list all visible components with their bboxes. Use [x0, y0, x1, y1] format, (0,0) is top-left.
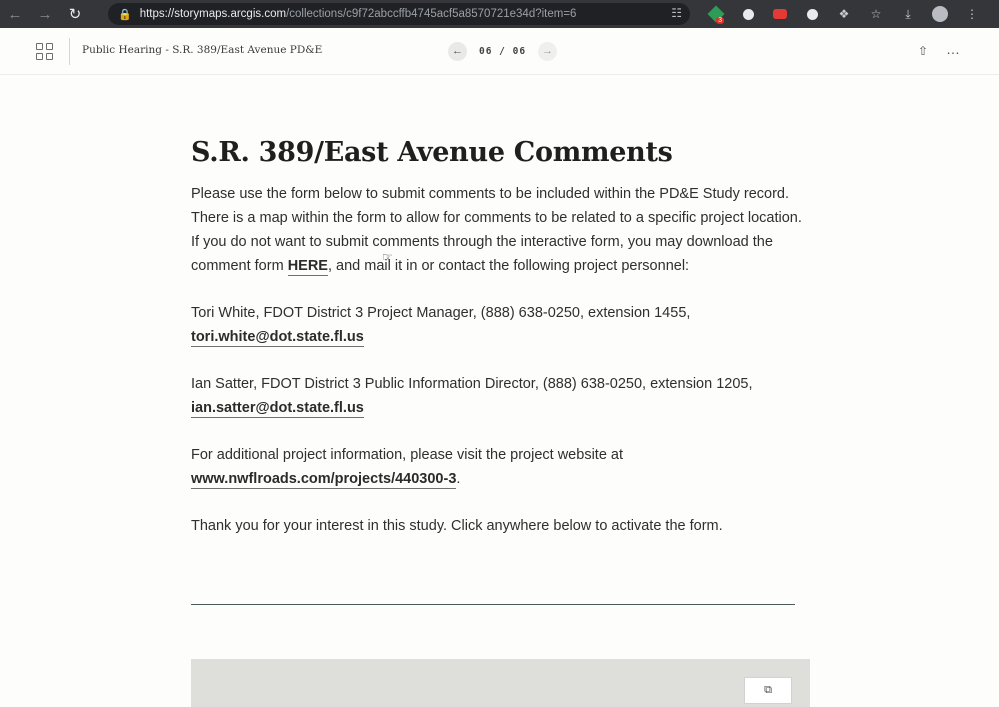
contact-tori-text: Tori White, FDOT District 3 Project Mana… — [191, 305, 691, 321]
contact-ian: Ian Satter, FDOT District 3 Public Infor… — [191, 372, 811, 420]
open-in-new-tab-button[interactable]: ⧉ — [744, 677, 792, 704]
ian-email-link[interactable]: ian.satter@dot.state.fl.us — [191, 400, 364, 418]
share-icon[interactable]: ⇧ — [918, 44, 928, 58]
more-icon[interactable]: … — [946, 41, 961, 57]
extension-badge: 3 — [716, 17, 724, 24]
thanks-text: Thank you for your interest in this stud… — [191, 518, 723, 534]
forward-icon[interactable]: → — [30, 0, 60, 28]
extension-g-icon[interactable] — [796, 0, 828, 28]
address-bar[interactable]: 🔒 https://storymaps.arcgis.com/collectio… — [108, 3, 690, 25]
download-form-link[interactable]: HERE — [287, 258, 328, 276]
grid-icon[interactable] — [36, 43, 53, 60]
contact-tori: Tori White, FDOT District 3 Project Mana… — [191, 301, 811, 349]
page-title: S.R. 389/East Avenue Comments — [191, 137, 673, 168]
hand-cursor-icon: ☞ — [382, 250, 393, 264]
contact-ian-text: Ian Satter, FDOT District 3 Public Infor… — [191, 376, 753, 392]
extensions-bar: 3 ❖ ☆ ⤓ ⋮ — [700, 0, 988, 28]
collection-title: Public Hearing - S.R. 389/East Avenue PD… — [82, 44, 323, 56]
story-content: S.R. 389/East Avenue Comments Please use… — [191, 134, 811, 538]
project-info-period: . — [456, 471, 461, 487]
url-path: /collections/c9f72abccffb4745acf5a857072… — [286, 8, 577, 20]
lock-icon: 🔒 — [118, 8, 132, 21]
url-host: https://storymaps.arcgis.com — [139, 8, 287, 20]
arrow-right-icon: → — [542, 45, 554, 57]
bookmark-star-icon[interactable]: ☆ — [860, 0, 892, 28]
reload-icon[interactable]: ↻ — [60, 0, 90, 28]
download-icon[interactable]: ⤓ — [892, 0, 924, 28]
next-button[interactable]: → — [538, 41, 558, 61]
arrow-left-icon: ← — [452, 45, 463, 57]
profile-avatar[interactable] — [924, 0, 956, 28]
page-counter: 06 / 06 — [479, 45, 527, 57]
form-embed[interactable]: ⧉ — [191, 659, 810, 707]
extension-red-icon[interactable] — [764, 0, 796, 28]
extension-green-icon[interactable]: 3 — [700, 0, 732, 28]
open-external-icon: ⧉ — [764, 684, 772, 696]
project-info: For additional project information, plea… — [191, 443, 811, 491]
previous-button[interactable]: ← — [448, 41, 467, 61]
extension-white-icon[interactable] — [732, 0, 764, 28]
project-website-link[interactable]: www.nwflroads.com/projects/440300-3 — [191, 471, 457, 489]
browser-menu-icon[interactable]: ⋮ — [956, 0, 988, 28]
pager: ← 06 / 06 → — [448, 41, 558, 61]
separator-line — [191, 604, 795, 605]
project-info-text: For additional project information, plea… — [191, 447, 623, 463]
tab-search-icon[interactable]: ☷ — [671, 6, 682, 20]
story-header: Public Hearing - S.R. 389/East Avenue PD… — [0, 28, 999, 75]
puzzle-icon[interactable]: ❖ — [828, 0, 860, 28]
tori-email-link[interactable]: tori.white@dot.state.fl.us — [191, 329, 364, 347]
header-divider — [69, 38, 70, 65]
back-icon[interactable]: ← — [0, 0, 30, 28]
intro-paragraph: Please use the form below to submit comm… — [191, 182, 811, 278]
browser-toolbar: ← → ↻ 🔒 https://storymaps.arcgis.com/col… — [0, 0, 999, 28]
